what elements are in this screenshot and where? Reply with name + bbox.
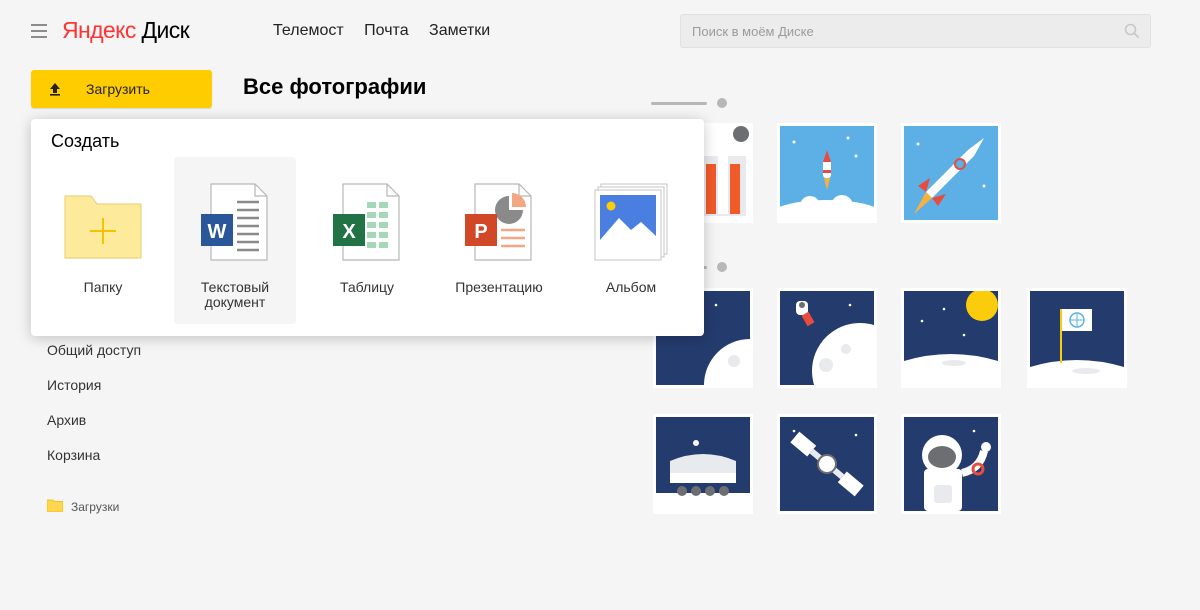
sidebar-item-history[interactable]: История (47, 377, 101, 393)
upload-icon (48, 82, 62, 101)
logo-yandex-text: Яндекс (62, 17, 136, 43)
create-presentation-item[interactable]: P Презентацию (438, 157, 560, 324)
photo-thumbnail[interactable] (901, 288, 1001, 388)
logo-disk-text: Диск (141, 17, 190, 43)
nav-mail[interactable]: Почта (364, 22, 408, 39)
svg-text:X: X (342, 221, 356, 243)
sidebar-folder-downloads[interactable]: Загрузки (46, 499, 120, 515)
album-icon (591, 182, 671, 267)
sidebar-folder-label: Загрузки (71, 500, 120, 514)
timeline-bar (651, 102, 707, 105)
photo-thumbnail[interactable] (653, 414, 753, 514)
create-menu: Создать Папку W Текстовый документ X Таб… (31, 119, 704, 336)
create-text-document-label: Текстовый документ (200, 279, 270, 310)
svg-text:P: P (474, 221, 487, 243)
folder-icon (46, 499, 64, 515)
create-text-document-item[interactable]: W Текстовый документ (174, 157, 296, 324)
timeline-dot[interactable] (717, 262, 727, 272)
menu-icon[interactable] (31, 24, 47, 38)
create-menu-title: Создать (51, 131, 120, 151)
sidebar-item-trash[interactable]: Корзина (47, 447, 100, 463)
top-nav: Телемост Почта Заметки (273, 22, 506, 40)
excel-spreadsheet-icon: X (331, 182, 403, 267)
create-album-label: Альбом (605, 279, 657, 295)
upload-button-label: Загрузить (86, 81, 150, 97)
photo-thumbnail[interactable] (777, 414, 877, 514)
photo-thumbnail[interactable] (901, 123, 1001, 223)
photo-thumbnail[interactable] (901, 414, 1001, 514)
create-spreadsheet-item[interactable]: X Таблицу (306, 157, 428, 324)
create-spreadsheet-label: Таблицу (339, 279, 395, 295)
search-icon[interactable] (1124, 23, 1140, 44)
yandex-disk-logo[interactable]: Яндекс Диск (62, 17, 190, 44)
nav-notes[interactable]: Заметки (429, 22, 490, 39)
create-folder-label: Папку (83, 279, 123, 295)
timeline-dot[interactable] (717, 98, 727, 108)
word-document-icon: W (199, 182, 271, 267)
folder-plus-icon (63, 192, 143, 265)
svg-text:W: W (208, 221, 227, 243)
create-presentation-label: Презентацию (455, 279, 543, 295)
page-title: Все фотографии (243, 74, 427, 99)
create-album-item[interactable]: Альбом (570, 157, 692, 324)
search-input[interactable] (681, 15, 1111, 47)
sidebar-item-archive[interactable]: Архив (47, 412, 86, 428)
upload-button[interactable]: Загрузить (31, 70, 212, 108)
search-box (680, 14, 1151, 48)
photo-thumbnail[interactable] (777, 123, 877, 223)
create-folder-item[interactable]: Папку (42, 157, 164, 324)
sidebar-item-shared[interactable]: Общий доступ (47, 342, 141, 358)
photo-thumbnail[interactable] (777, 288, 877, 388)
nav-telemost[interactable]: Телемост (273, 22, 344, 39)
header: Яндекс Диск Телемост Почта Заметки (0, 0, 1200, 62)
photo-thumbnail[interactable] (1027, 288, 1127, 388)
powerpoint-presentation-icon: P (463, 182, 535, 267)
